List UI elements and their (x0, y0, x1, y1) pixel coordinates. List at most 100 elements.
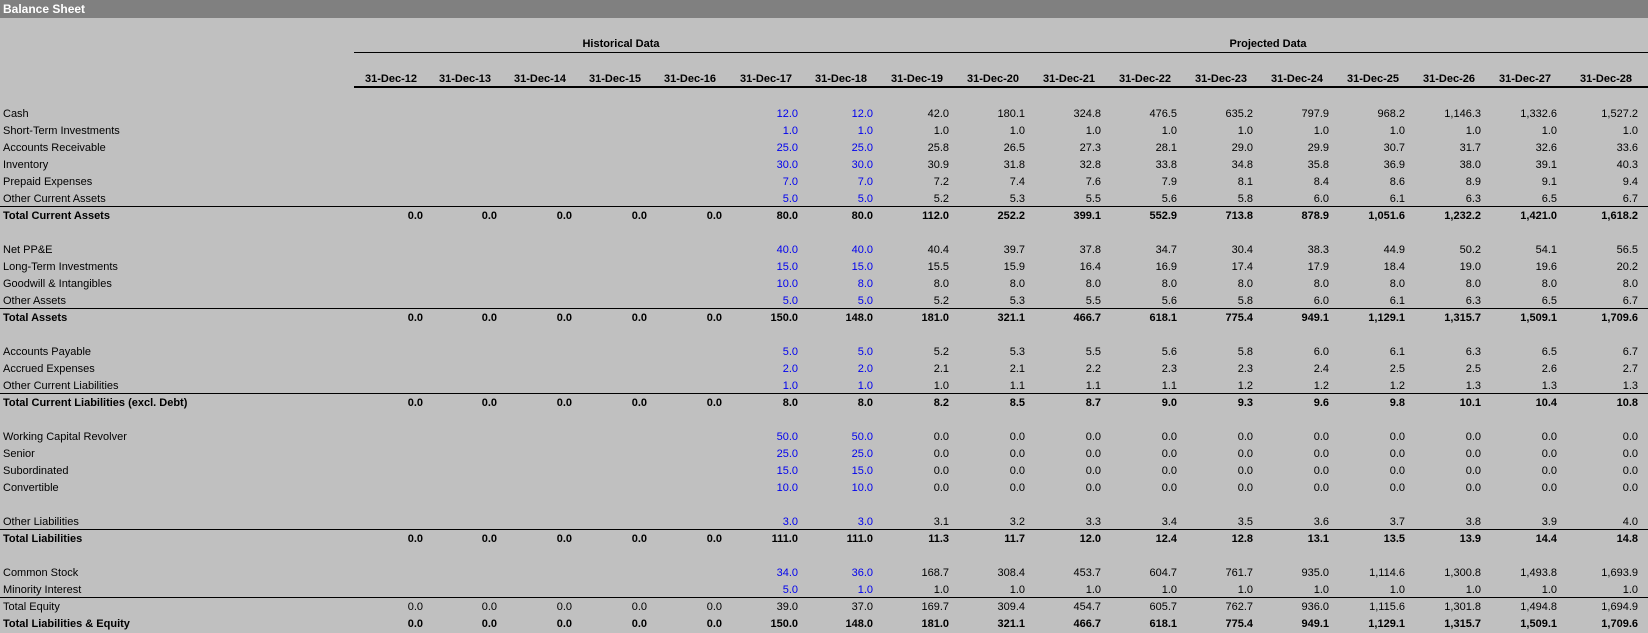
cell[interactable]: 8.0 (1487, 276, 1557, 293)
cell[interactable]: 1.0 (1335, 123, 1405, 140)
cell[interactable]: 8.7 (1031, 395, 1101, 412)
cell[interactable]: 5.0 (728, 344, 798, 361)
cell[interactable]: 12.0 (1031, 531, 1101, 548)
cell[interactable]: 0.0 (1487, 463, 1557, 480)
cell[interactable]: 0.0 (1568, 446, 1638, 463)
cell[interactable]: 7.2 (879, 174, 949, 191)
cell[interactable]: 0.0 (1031, 463, 1101, 480)
cell[interactable]: 0.0 (1411, 429, 1481, 446)
cell[interactable]: 0.0 (879, 480, 949, 497)
cell[interactable]: 2.3 (1183, 361, 1253, 378)
cell[interactable]: 38.0 (1411, 157, 1481, 174)
cell[interactable]: 6.5 (1487, 344, 1557, 361)
cell[interactable]: 1,494.8 (1487, 599, 1557, 616)
cell[interactable]: 8.0 (1411, 276, 1481, 293)
cell[interactable]: 1,694.9 (1568, 599, 1638, 616)
cell[interactable]: 8.1 (1183, 174, 1253, 191)
cell[interactable]: 0.0 (879, 429, 949, 446)
cell[interactable]: 17.4 (1183, 259, 1253, 276)
cell[interactable]: 252.2 (955, 208, 1025, 225)
cell[interactable]: 0.0 (1031, 429, 1101, 446)
cell[interactable]: 0.0 (577, 395, 647, 412)
cell[interactable]: 14.4 (1487, 531, 1557, 548)
cell[interactable]: 713.8 (1183, 208, 1253, 225)
cell[interactable]: 0.0 (955, 480, 1025, 497)
cell[interactable]: 1,301.8 (1411, 599, 1481, 616)
cell[interactable]: 1,114.6 (1335, 565, 1405, 582)
cell[interactable]: 968.2 (1335, 106, 1405, 123)
cell[interactable]: 1,315.7 (1411, 616, 1481, 633)
cell[interactable]: 111.0 (728, 531, 798, 548)
cell[interactable]: 12.0 (803, 106, 873, 123)
cell[interactable]: 476.5 (1107, 106, 1177, 123)
cell[interactable]: 5.3 (955, 344, 1025, 361)
cell[interactable]: 8.0 (803, 276, 873, 293)
cell[interactable]: 0.0 (502, 395, 572, 412)
cell[interactable]: 28.1 (1107, 140, 1177, 157)
cell[interactable]: 8.0 (728, 395, 798, 412)
cell[interactable]: 2.6 (1487, 361, 1557, 378)
cell[interactable]: 19.0 (1411, 259, 1481, 276)
cell[interactable]: 0.0 (1411, 463, 1481, 480)
cell[interactable]: 5.6 (1107, 344, 1177, 361)
cell[interactable]: 181.0 (879, 616, 949, 633)
cell[interactable]: 0.0 (1031, 480, 1101, 497)
cell[interactable]: 1,129.1 (1335, 616, 1405, 633)
cell[interactable]: 29.0 (1183, 140, 1253, 157)
cell[interactable]: 1.0 (803, 123, 873, 140)
cell[interactable]: 552.9 (1107, 208, 1177, 225)
cell[interactable]: 7.0 (728, 174, 798, 191)
cell[interactable]: 762.7 (1183, 599, 1253, 616)
cell[interactable]: 321.1 (955, 310, 1025, 327)
cell[interactable]: 797.9 (1259, 106, 1329, 123)
cell[interactable]: 775.4 (1183, 310, 1253, 327)
cell[interactable]: 0.0 (1568, 480, 1638, 497)
cell[interactable]: 605.7 (1107, 599, 1177, 616)
cell[interactable]: 42.0 (879, 106, 949, 123)
cell[interactable]: 0.0 (1335, 480, 1405, 497)
cell[interactable]: 1.0 (1183, 123, 1253, 140)
cell[interactable]: 25.8 (879, 140, 949, 157)
cell[interactable]: 0.0 (1335, 429, 1405, 446)
cell[interactable]: 0.0 (427, 616, 497, 633)
cell[interactable]: 1,709.6 (1568, 616, 1638, 633)
cell[interactable]: 2.2 (1031, 361, 1101, 378)
cell[interactable]: 1.0 (1487, 123, 1557, 140)
cell[interactable]: 30.7 (1335, 140, 1405, 157)
cell[interactable]: 0.0 (1259, 463, 1329, 480)
cell[interactable]: 39.1 (1487, 157, 1557, 174)
cell[interactable]: 148.0 (803, 310, 873, 327)
cell[interactable]: 0.0 (1107, 429, 1177, 446)
cell[interactable]: 2.5 (1411, 361, 1481, 378)
cell[interactable]: 0.0 (502, 310, 572, 327)
cell[interactable]: 8.0 (1335, 276, 1405, 293)
cell[interactable]: 1,051.6 (1335, 208, 1405, 225)
cell[interactable]: 949.1 (1259, 616, 1329, 633)
cell[interactable]: 1.0 (1031, 123, 1101, 140)
cell[interactable]: 2.0 (728, 361, 798, 378)
cell[interactable]: 0.0 (955, 446, 1025, 463)
cell[interactable]: 112.0 (879, 208, 949, 225)
cell[interactable]: 9.4 (1568, 174, 1638, 191)
cell[interactable]: 7.6 (1031, 174, 1101, 191)
cell[interactable]: 13.5 (1335, 531, 1405, 548)
cell[interactable]: 180.1 (955, 106, 1025, 123)
cell[interactable]: 50.2 (1411, 242, 1481, 259)
cell[interactable]: 618.1 (1107, 616, 1177, 633)
cell[interactable]: 6.1 (1335, 344, 1405, 361)
cell[interactable]: 0.0 (577, 599, 647, 616)
cell[interactable]: 10.1 (1411, 395, 1481, 412)
cell[interactable]: 1.0 (1107, 123, 1177, 140)
cell[interactable]: 111.0 (803, 531, 873, 548)
cell[interactable]: 15.0 (728, 259, 798, 276)
cell[interactable]: 761.7 (1183, 565, 1253, 582)
cell[interactable]: 8.0 (1031, 276, 1101, 293)
cell[interactable]: 8.0 (803, 395, 873, 412)
cell[interactable]: 30.4 (1183, 242, 1253, 259)
cell[interactable]: 2.1 (955, 361, 1025, 378)
cell[interactable]: 11.7 (955, 531, 1025, 548)
cell[interactable]: 0.0 (955, 429, 1025, 446)
cell[interactable]: 39.0 (728, 599, 798, 616)
cell[interactable]: 7.4 (955, 174, 1025, 191)
cell[interactable]: 5.2 (879, 344, 949, 361)
